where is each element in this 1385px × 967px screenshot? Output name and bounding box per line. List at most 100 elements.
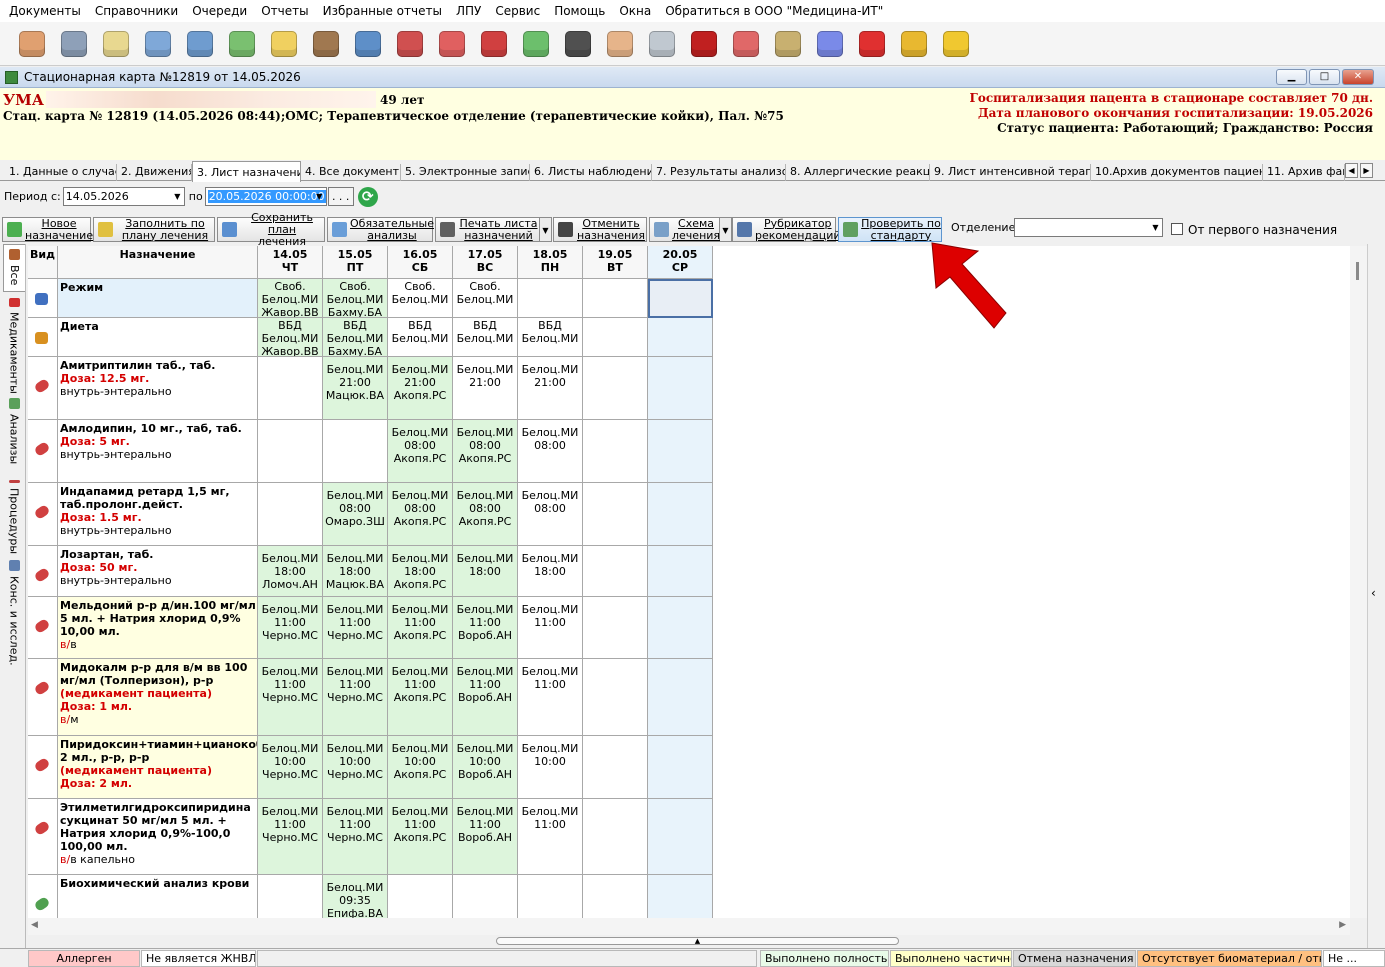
schedule-cell[interactable]: Белоц.МИ 18:00 Акопя.РС (388, 546, 453, 597)
schedule-cell[interactable] (518, 279, 583, 318)
toolbar-button-11[interactable] (474, 25, 514, 63)
schedule-cell[interactable]: Белоц.МИ 08:00 (518, 420, 583, 483)
schedule-cell[interactable] (648, 546, 713, 597)
tab-8[interactable]: 8. Аллергические реакции (786, 164, 930, 181)
scroll-left-icon[interactable]: ◀ (31, 920, 38, 930)
schedule-cell[interactable] (583, 659, 648, 736)
schedule-cell[interactable] (648, 357, 713, 420)
tab-3[interactable]: 3. Лист назначений (192, 161, 301, 182)
chevron-down-icon[interactable]: ▼ (1149, 219, 1162, 236)
toolbar-button-4[interactable] (180, 25, 220, 63)
schedule-cell[interactable]: Белоц.МИ 18:00 (453, 546, 518, 597)
schedule-cell[interactable]: Белоц.МИ 08:00 Акопя.РС (388, 420, 453, 483)
schedule-cell[interactable]: ВБД Белоц.МИ Бахму.БА (323, 318, 388, 357)
toolbar-button-13[interactable] (558, 25, 598, 63)
tab-1[interactable]: 1. Данные о случае (5, 164, 117, 181)
action-button-2[interactable]: Сохранить план лечения (217, 211, 325, 247)
schedule-cell[interactable]: Белоц.МИ 08:00 Омаро.ЗШ (323, 483, 388, 546)
schedule-cell[interactable]: Своб. Белоц.МИ (388, 279, 453, 318)
menu-item-1[interactable]: Справочники (88, 0, 185, 22)
tabs-scroll-left[interactable]: ◀ (1345, 163, 1358, 178)
schedule-cell[interactable] (648, 597, 713, 659)
side-tab-0[interactable]: Все (3, 244, 25, 292)
tab-5[interactable]: 5. Электронные записи (401, 164, 530, 181)
action-dropdown-4[interactable]: ▼ (540, 217, 552, 242)
schedule-cell[interactable] (648, 736, 713, 799)
chevron-down-icon[interactable]: ▼ (171, 188, 184, 205)
period-from-input[interactable]: 14.05.2026 ▼ (62, 187, 185, 206)
close-button[interactable]: ✕ (1342, 69, 1374, 85)
schedule-cell[interactable]: Белоц.МИ 08:00 Акопя.РС (453, 420, 518, 483)
schedule-cell[interactable] (648, 875, 713, 918)
schedule-cell[interactable]: Белоц.МИ 11:00 (518, 597, 583, 659)
toolbar-button-2[interactable] (96, 25, 136, 63)
schedule-cell[interactable]: Белоц.МИ 21:00 (453, 357, 518, 420)
toolbar-button-9[interactable] (390, 25, 430, 63)
schedule-cell[interactable] (258, 483, 323, 546)
schedule-cell[interactable]: Белоц.МИ 11:00 Черно.МС (258, 799, 323, 875)
side-tab-2[interactable]: Анализы (3, 394, 25, 474)
schedule-cell[interactable]: Белоц.МИ 18:00 (518, 546, 583, 597)
schedule-cell[interactable]: Белоц.МИ 10:00 Вороб.АН (453, 736, 518, 799)
action-button-1[interactable]: Заполнить по плану лечения (93, 217, 215, 242)
action-button-6[interactable]: Схема лечения (649, 217, 720, 242)
schedule-cell[interactable]: Белоц.МИ 18:00 Мацюк.ВА (323, 546, 388, 597)
schedule-cell[interactable]: Белоц.МИ 08:00 Акопя.РС (388, 483, 453, 546)
menu-item-9[interactable]: Обратиться в ООО "Медицина-ИТ" (658, 0, 890, 22)
maximize-button[interactable]: □ (1309, 69, 1340, 85)
action-button-4[interactable]: Печать листа назначений (435, 217, 540, 242)
toolbar-button-14[interactable] (600, 25, 640, 63)
schedule-cell[interactable] (648, 420, 713, 483)
toolbar-button-20[interactable] (852, 25, 892, 63)
schedule-cell[interactable] (648, 483, 713, 546)
chevron-down-icon[interactable]: ▼ (313, 188, 326, 205)
menu-item-6[interactable]: Сервис (488, 0, 547, 22)
tabs-scroll-right[interactable]: ▶ (1360, 163, 1373, 178)
schedule-cell[interactable]: ВБД Белоц.МИ (388, 318, 453, 357)
schedule-cell[interactable]: Своб. Белоц.МИ (453, 279, 518, 318)
toolbar-button-7[interactable] (306, 25, 346, 63)
menu-item-0[interactable]: Документы (2, 0, 88, 22)
schedule-cell[interactable]: Белоц.МИ 11:00 Акопя.РС (388, 597, 453, 659)
schedule-cell[interactable]: Белоц.МИ 11:00 Акопя.РС (388, 799, 453, 875)
minimize-button[interactable]: ▁ (1276, 69, 1307, 85)
schedule-cell[interactable] (648, 659, 713, 736)
toolbar-button-3[interactable] (138, 25, 178, 63)
schedule-cell[interactable]: Белоц.МИ 08:00 (518, 483, 583, 546)
schedule-cell[interactable]: Белоц.МИ 08:00 Акопя.РС (453, 483, 518, 546)
toolbar-button-17[interactable] (726, 25, 766, 63)
schedule-cell[interactable] (583, 357, 648, 420)
schedule-cell[interactable] (518, 875, 583, 918)
tab-2[interactable]: 2. Движения (117, 164, 192, 181)
tab-7[interactable]: 7. Результаты анализов (652, 164, 786, 181)
side-tab-3[interactable]: Процедуры (3, 476, 25, 554)
schedule-cell[interactable]: Белоц.МИ 10:00 Акопя.РС (388, 736, 453, 799)
schedule-cell[interactable]: Белоц.МИ 11:00 Черно.МС (323, 799, 388, 875)
menu-item-8[interactable]: Окна (612, 0, 658, 22)
tab-9[interactable]: 9. Лист интенсивной терапии (930, 164, 1091, 181)
vertical-scrollbar[interactable] (1350, 246, 1367, 918)
toolbar-button-16[interactable] (684, 25, 724, 63)
schedule-cell[interactable]: Белоц.МИ 11:00 Вороб.АН (453, 799, 518, 875)
splitter-handle[interactable]: ▲ (496, 937, 899, 945)
toolbar-button-21[interactable] (894, 25, 934, 63)
schedule-cell[interactable]: Своб. Белоц.МИ Бахму.БА (323, 279, 388, 318)
side-tab-4[interactable]: Конс. и исслед. (3, 556, 25, 676)
toolbar-button-19[interactable] (810, 25, 850, 63)
schedule-cell[interactable] (323, 420, 388, 483)
side-tab-1[interactable]: Медикаменты (3, 294, 25, 394)
toolbar-button-18[interactable] (768, 25, 808, 63)
selected-schedule-cell[interactable] (648, 279, 713, 318)
period-picker-button[interactable]: . . . (327, 187, 354, 206)
scroll-right-icon[interactable]: ▶ (1339, 920, 1346, 930)
department-select[interactable]: ▼ (1014, 218, 1163, 237)
schedule-cell[interactable] (388, 875, 453, 918)
schedule-cell[interactable]: Белоц.МИ 21:00 Акопя.РС (388, 357, 453, 420)
scroll-thumb[interactable] (1356, 262, 1359, 280)
toolbar-button-10[interactable] (432, 25, 472, 63)
tab-4[interactable]: 4. Все документы (301, 164, 401, 181)
toolbar-button-6[interactable] (264, 25, 304, 63)
action-button-7[interactable]: Рубрикатор рекомендаций (732, 217, 841, 242)
schedule-cell[interactable]: Своб. Белоц.МИ Жавор.ВВ (258, 279, 323, 318)
toolbar-button-22[interactable] (936, 25, 976, 63)
